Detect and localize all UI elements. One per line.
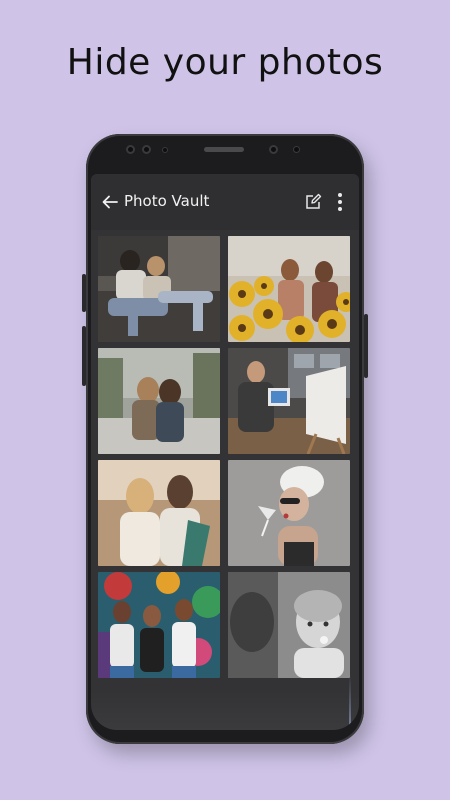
volume-down-button (82, 326, 86, 386)
back-button[interactable] (97, 189, 123, 215)
friends-couch-photo[interactable] (98, 236, 220, 342)
sensor-icon (142, 145, 151, 154)
app-bar: Photo Vault (91, 174, 359, 230)
iris-scanner-icon (269, 145, 278, 154)
painter-easel-photo[interactable] (228, 348, 350, 454)
towel-drink-photo[interactable] (228, 460, 350, 566)
power-button (364, 314, 368, 378)
hugging-friends-photo[interactable] (98, 348, 220, 454)
phone-top-bezel (86, 134, 364, 174)
promo-headline: Hide your photos (66, 42, 384, 83)
mural-girls-photo[interactable] (98, 572, 220, 678)
earpiece-speaker (204, 147, 244, 152)
screen-bottom-reflection (91, 690, 359, 730)
page-title: Photo Vault (124, 192, 210, 210)
volume-up-button (82, 274, 86, 312)
arrow-left-icon (102, 195, 118, 209)
edit-icon (306, 193, 322, 209)
phone-frame: Photo Vault (82, 134, 368, 744)
child-bw-photo[interactable] (228, 572, 350, 678)
edit-button[interactable] (301, 190, 325, 214)
screen-edge-highlight (349, 674, 351, 730)
sunflowers-girls-photo[interactable] (228, 236, 350, 342)
more-options-button[interactable] (331, 188, 349, 216)
light-sensor-icon (293, 146, 300, 153)
more-vertical-icon (338, 193, 342, 197)
photo-grid (98, 236, 352, 678)
proximity-sensor-icon (162, 147, 168, 153)
beach-friends-photo[interactable] (98, 460, 220, 566)
front-camera-icon (126, 145, 135, 154)
phone-screen: Photo Vault (91, 174, 359, 730)
